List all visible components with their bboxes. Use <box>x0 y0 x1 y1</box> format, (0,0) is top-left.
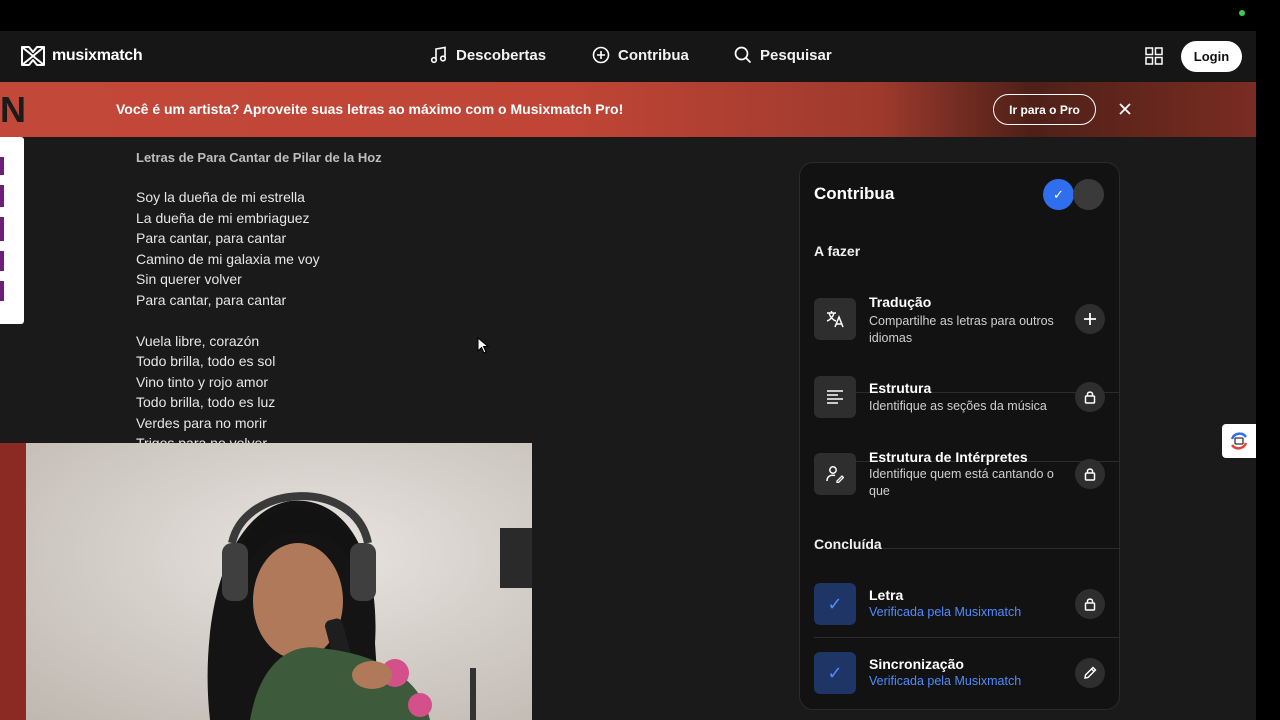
task-name: Estrutura <box>869 380 932 396</box>
lock-icon <box>1084 598 1096 611</box>
task-description: Identifique quem está cantando o que <box>869 467 1054 498</box>
pencil-icon <box>1084 666 1097 679</box>
go-to-pro-button[interactable]: Ir para o Pro <box>993 94 1096 125</box>
lock-icon <box>1084 468 1096 481</box>
lyric-line: Sin querer volver <box>136 271 242 287</box>
lyrics-body: Soy la dueña de mi estrella La dueña de … <box>136 187 516 443</box>
toggle-on-check[interactable]: ✓ <box>1043 179 1074 210</box>
lyric-line: Soy la dueña de mi estrella <box>136 189 305 205</box>
close-icon[interactable] <box>1117 101 1133 117</box>
structure-locked-button[interactable] <box>1075 382 1105 412</box>
banner-message: Você é um artista? Aproveite suas letras… <box>116 101 624 117</box>
brand-name: musixmatch <box>52 47 143 64</box>
lyric-line: Para cantar, para cantar <box>136 230 287 246</box>
nav-contribua-label: Contribua <box>618 46 689 64</box>
lyric-line: Trigos para no volver <box>136 435 267 443</box>
webcam-video-overlay <box>0 443 532 720</box>
lyrics-locked-button[interactable] <box>1075 589 1105 619</box>
lyrics-title: Letras de Para Cantar de Pilar de la Hoz <box>136 150 382 165</box>
ad-graphic-bar <box>0 251 4 271</box>
nav-pesquisar[interactable]: Pesquisar <box>734 46 832 64</box>
floating-sync-widget[interactable] <box>1222 424 1256 458</box>
login-button[interactable]: Login <box>1181 41 1242 72</box>
screen-top-strip <box>0 0 1280 31</box>
lyric-line: La dueña de mi embriaguez <box>136 209 310 226</box>
musixmatch-logo[interactable]: musixmatch <box>20 44 143 68</box>
mouse-pointer-icon <box>477 337 489 354</box>
camera-indicator-dot <box>1239 10 1245 16</box>
lyric-line: Vino tinto y rojo amor <box>136 373 269 390</box>
lyric-line: Todo brilla, todo es sol <box>136 353 276 369</box>
translate-icon <box>826 311 844 328</box>
nav-descobertas[interactable]: Descobertas <box>430 46 546 64</box>
check-icon: ✓ <box>814 583 856 625</box>
task-name: Tradução <box>869 294 932 310</box>
task-description: Compartilhe as letras para outros idioma… <box>869 314 1054 345</box>
toggle-off-knob[interactable] <box>1073 179 1104 210</box>
task-icon-box <box>814 376 856 418</box>
banner-ad-letter: N <box>0 89 26 130</box>
task-traducao[interactable]: Tradução Compartilhe as letras para outr… <box>814 294 1120 360</box>
align-left-icon <box>827 390 843 404</box>
nav-descobertas-label: Descobertas <box>456 46 547 64</box>
webcam-scene <box>0 443 532 720</box>
side-ad-sliver[interactable] <box>0 137 24 324</box>
contribute-panel: Contribua ✓ A fazer Tradução Compartilhe… <box>799 162 1120 710</box>
task-estrutura[interactable]: Estrutura Identifique as seções da músic… <box>814 376 1120 438</box>
task-icon-box <box>814 298 856 340</box>
lyric-line: Verdes para no morir <box>136 414 267 431</box>
contribute-toggle[interactable]: ✓ <box>1043 179 1105 210</box>
stanza-gap <box>136 310 516 331</box>
screen-right-gutter <box>1256 31 1280 720</box>
task-name: Sincronização <box>869 656 964 672</box>
performers-locked-button[interactable] <box>1075 459 1105 489</box>
apps-grid-icon[interactable] <box>1145 47 1163 65</box>
ad-graphic-bar <box>0 281 4 301</box>
task-sincronizacao[interactable]: ✓ Sincronização Verificada pela Musixmat… <box>814 652 1120 714</box>
musixmatch-logo-icon <box>21 46 45 66</box>
divider <box>814 637 1120 638</box>
task-name: Letra <box>869 587 904 603</box>
check-icon: ✓ <box>814 652 856 694</box>
ad-graphic-bar <box>0 157 4 175</box>
top-navbar: musixmatch Descobertas Contribua Pesquis… <box>0 31 1256 82</box>
task-icon-box <box>814 453 856 495</box>
edit-sync-button[interactable] <box>1075 658 1105 688</box>
plus-icon <box>1084 313 1096 325</box>
music-note-icon <box>430 46 447 64</box>
pro-promo-banner: N Você é um artista? Aproveite suas letr… <box>0 82 1256 137</box>
contribute-panel-title: Contribua <box>814 184 895 203</box>
lyric-line: Todo brilla, todo es luz <box>136 394 276 410</box>
add-translation-button[interactable] <box>1075 304 1105 334</box>
todo-heading: A fazer <box>814 243 861 259</box>
person-edit-icon <box>826 466 844 483</box>
search-icon <box>734 46 752 64</box>
task-letra[interactable]: ✓ Letra Verificada pela Musixmatch <box>814 583 1120 645</box>
lyric-line: Para cantar, para cantar <box>136 291 287 308</box>
task-status: Verificada pela Musixmatch <box>869 674 1022 688</box>
ad-graphic-bar <box>0 185 4 207</box>
sync-widget-icon <box>1230 432 1248 450</box>
done-heading: Concluída <box>814 536 882 552</box>
lyric-line: Camino de mi galaxia me voy <box>136 250 320 267</box>
lock-icon <box>1084 391 1096 404</box>
ad-graphic-bar <box>0 217 4 241</box>
task-name: Estrutura de Intérpretes <box>869 449 1028 465</box>
plus-circle-icon <box>592 46 610 64</box>
nav-contribua[interactable]: Contribua <box>592 46 689 64</box>
nav-pesquisar-label: Pesquisar <box>760 46 832 64</box>
task-estrutura-interpretes[interactable]: Estrutura de Intérpretes Identifique que… <box>814 449 1120 515</box>
lyric-line: Vuela libre, corazón <box>136 332 260 349</box>
task-description: Identifique as seções da música <box>869 399 1047 413</box>
browser-viewport: musixmatch Descobertas Contribua Pesquis… <box>0 31 1256 720</box>
task-status: Verificada pela Musixmatch <box>869 605 1022 619</box>
